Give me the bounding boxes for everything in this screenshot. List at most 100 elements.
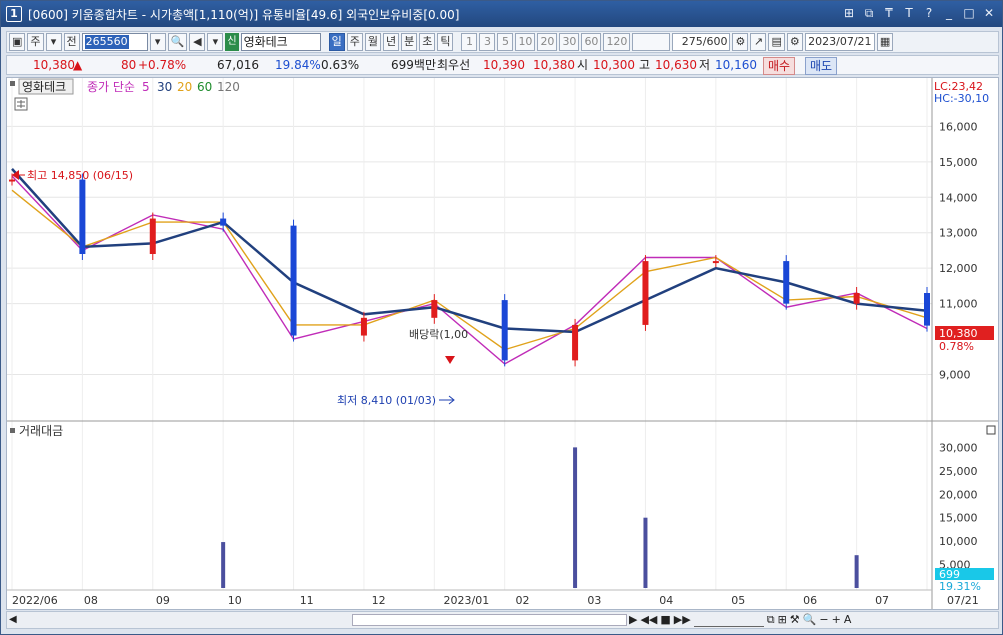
close-button[interactable]: ✕ bbox=[982, 6, 996, 20]
candle-body bbox=[501, 300, 508, 361]
price-panel-bg bbox=[7, 78, 932, 418]
price-tick-5: 11,000 bbox=[939, 298, 978, 311]
interval-30-button[interactable]: 30 bbox=[559, 33, 580, 51]
interval-1-button[interactable]: 1 bbox=[461, 33, 478, 51]
bar-count-value: 275 bbox=[681, 35, 703, 48]
interval-3-button[interactable]: 3 bbox=[479, 33, 496, 51]
low-price: 10,160 bbox=[715, 58, 757, 72]
zoom-in-icon[interactable]: + bbox=[832, 613, 841, 627]
scroll-thumb[interactable] bbox=[352, 614, 627, 626]
period-month-button[interactable]: 월 bbox=[364, 33, 381, 51]
font-icon[interactable]: T bbox=[902, 6, 916, 20]
pin-icon[interactable]: ₸ bbox=[882, 6, 896, 20]
draw-icon[interactable]: ⚒ bbox=[790, 613, 800, 627]
price-tick-0: 16,000 bbox=[939, 120, 978, 133]
chart-area[interactable]: 영화테크 종가 단순 5 30 20 60 120 LC:23,42 HC:-3… bbox=[6, 77, 999, 610]
bar-count-input[interactable]: 275/600 bbox=[672, 33, 731, 51]
interval-20-button[interactable]: 20 bbox=[537, 33, 558, 51]
best-quote-label: 최우선 bbox=[437, 58, 471, 72]
search-icon[interactable]: 🔍 bbox=[167, 33, 188, 51]
settings-icon[interactable]: ⚙ bbox=[786, 33, 803, 51]
zoom-fit-icon[interactable]: ⧉ bbox=[767, 613, 775, 627]
zoom-icon[interactable]: 🔍 bbox=[803, 613, 817, 627]
calendar-icon[interactable]: ▦ bbox=[876, 33, 894, 51]
scroll-right-icon[interactable]: ▶ bbox=[629, 613, 637, 627]
current-price: 10,380 bbox=[33, 58, 75, 72]
window-number: 1 bbox=[6, 6, 22, 22]
candle-body bbox=[220, 218, 227, 226]
sell-button[interactable]: 매도 bbox=[805, 57, 838, 75]
volume-panel-title: 거래대금 bbox=[19, 424, 63, 438]
interval-5-button[interactable]: 5 bbox=[497, 33, 514, 51]
forward-icon[interactable]: ▶▶ bbox=[674, 613, 691, 627]
time-tick-5: 12 bbox=[372, 594, 386, 607]
period-second-button[interactable]: 초 bbox=[419, 33, 436, 51]
zoom-out-icon[interactable]: − bbox=[819, 613, 828, 627]
interval-120-button[interactable]: 120 bbox=[603, 33, 631, 51]
date-input[interactable]: 2023/07/21 bbox=[804, 33, 875, 51]
volume-bars bbox=[221, 447, 859, 588]
time-tick-6: 2023/01 bbox=[444, 594, 490, 607]
time-tick-4: 11 bbox=[300, 594, 314, 607]
help-icon[interactable]: ? bbox=[922, 6, 936, 20]
stock-code-input[interactable]: 265560 bbox=[81, 33, 148, 51]
interval-custom-input[interactable] bbox=[632, 33, 671, 51]
tile-icon[interactable]: ⧉ bbox=[862, 6, 876, 20]
time-axis: 2022/06 08 09 10 11 12 2023/01 02 03 04 05 06 07 07/2… bbox=[12, 594, 979, 607]
text-tool-icon[interactable]: A bbox=[844, 613, 852, 627]
window-title: [0600] 키움종합차트 - 시가총액[1,110(억)] 유통비율[49.6… bbox=[28, 7, 460, 22]
period-year-button[interactable]: 년 bbox=[382, 33, 400, 51]
period-tick-button[interactable]: 틱 bbox=[437, 33, 454, 51]
rewind-icon[interactable]: ◀◀ bbox=[640, 613, 657, 627]
candle-body bbox=[783, 261, 790, 304]
market-select[interactable]: 주 bbox=[27, 33, 44, 51]
volume-ratio: 0.63% bbox=[321, 58, 360, 72]
zoom-slider[interactable] bbox=[693, 613, 764, 627]
period-week-button[interactable]: 주 bbox=[346, 33, 363, 51]
chart-scrollbar[interactable]: ◀ ▶ ◀◀ ■ ▶▶ ⧉ ⊞ ⚒ 🔍 − + A bbox=[6, 611, 999, 629]
legend-series-close: 종가 단순 bbox=[87, 80, 135, 94]
stock-name-field[interactable]: 영화테크 bbox=[240, 33, 321, 51]
sound-dropdown-icon[interactable]: ▾ bbox=[207, 33, 224, 51]
trade-amount: 699백만 bbox=[391, 58, 436, 72]
minimize-button[interactable]: _ bbox=[942, 6, 956, 20]
chart-tool-icon[interactable]: ⚙ bbox=[732, 33, 749, 51]
time-tick-12: 07 bbox=[875, 594, 889, 607]
prev-button[interactable]: 전 bbox=[63, 33, 80, 51]
price-tick-6: 9,000 bbox=[939, 369, 971, 382]
volume-tick-2: 20,000 bbox=[939, 488, 978, 501]
crosshair-icon[interactable]: ⊞ bbox=[778, 613, 787, 627]
price-info-bar: 10,380 ▲ 80 +0.78% 67,016 19.84% 0.63% 6… bbox=[6, 55, 999, 75]
scroll-left-icon[interactable]: ◀ bbox=[9, 614, 17, 625]
interval-60-button[interactable]: 60 bbox=[581, 33, 602, 51]
new-listing-badge: 신 bbox=[225, 33, 239, 51]
interval-10-button[interactable]: 10 bbox=[515, 33, 536, 51]
period-day-button[interactable]: 일 bbox=[328, 33, 345, 51]
turnover-ratio: 19.84% bbox=[275, 58, 321, 72]
legend-series-20: 20 bbox=[177, 80, 192, 94]
volume-panel-close-icon[interactable] bbox=[986, 425, 996, 435]
candle-body bbox=[642, 261, 649, 325]
chart-window: 1 [0600] 키움종합차트 - 시가총액[1,110(억)] 유통비율[49… bbox=[0, 0, 1003, 635]
period-minute-button[interactable]: 분 bbox=[401, 33, 418, 51]
current-volume-pct: 19.31% bbox=[939, 580, 981, 593]
best-ask: 10,390 bbox=[483, 58, 525, 72]
save-icon[interactable]: ▤ bbox=[768, 33, 785, 51]
trend-icon[interactable]: ↗ bbox=[750, 33, 767, 51]
layout-icon[interactable]: ⊞ bbox=[842, 6, 856, 20]
price-tick-3: 13,000 bbox=[939, 227, 978, 240]
market-dropdown-icon[interactable]: ▾ bbox=[45, 33, 62, 51]
maximize-button[interactable]: □ bbox=[962, 6, 976, 20]
candle-body bbox=[290, 225, 297, 336]
sound-icon[interactable]: ◀ bbox=[189, 33, 206, 51]
candle-body bbox=[79, 179, 86, 254]
open-price: 10,300 bbox=[593, 58, 635, 72]
stop-icon[interactable]: ■ bbox=[660, 613, 670, 627]
time-tick-2: 09 bbox=[156, 594, 170, 607]
buy-button[interactable]: 매수 bbox=[763, 57, 796, 75]
price-chart-svg[interactable]: 영화테크 종가 단순 5 30 20 60 120 LC:23,42 HC:-3… bbox=[7, 78, 998, 609]
candle-body bbox=[572, 324, 579, 361]
layout-toggle-icon[interactable]: ▣ bbox=[9, 33, 26, 51]
window-controls: ⊞ ⧉ ₸ T ? _ □ ✕ bbox=[842, 6, 996, 20]
code-dropdown-icon[interactable]: ▾ bbox=[149, 33, 166, 51]
